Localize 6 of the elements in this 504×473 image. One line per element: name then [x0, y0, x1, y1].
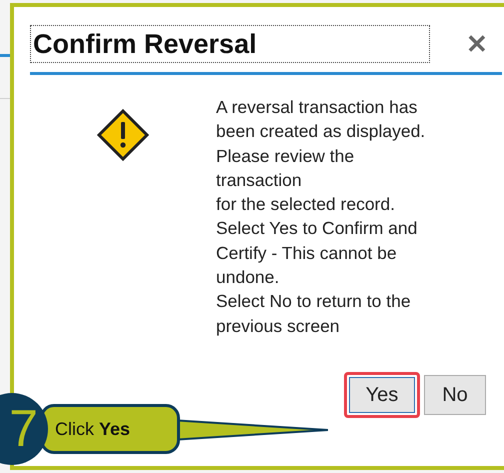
- callout-label: Click Yes: [40, 404, 180, 454]
- close-button[interactable]: ✕: [466, 31, 488, 57]
- dialog-title: Confirm Reversal: [30, 25, 430, 63]
- yes-button[interactable]: Yes: [344, 372, 420, 418]
- dialog-message: A reversal transaction has been created as displayed. Please review the transaction for the selected record. Select Yes to Confirm and Certify - This cannot be undone. Select No to return to the previous screen: [216, 96, 426, 338]
- warning-icon: [96, 108, 150, 162]
